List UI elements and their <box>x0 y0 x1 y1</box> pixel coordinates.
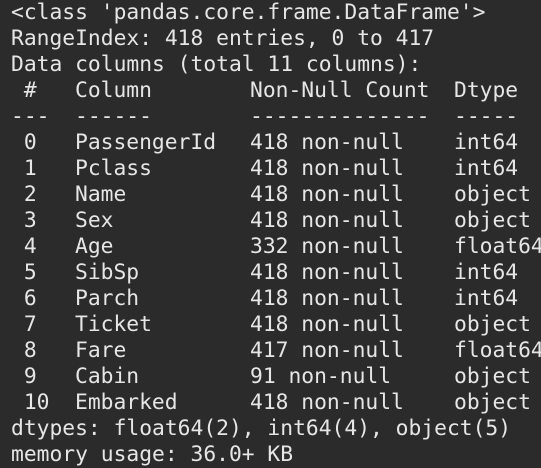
header-num: # <box>11 78 37 103</box>
row-num: 3 <box>11 208 37 233</box>
row-count: 418 non-null <box>250 208 404 233</box>
row-num: 7 <box>11 312 37 337</box>
row-column: Pclass <box>75 156 152 181</box>
table-row: 0 PassengerId 418 non-null int64 <box>11 130 541 156</box>
table-separator-row: --- ------ -------------- ----- <box>11 104 541 130</box>
row-count: 332 non-null <box>250 234 404 259</box>
memory-usage-line: memory usage: 36.0+ KB <box>11 442 294 467</box>
row-dtype: object <box>454 182 531 207</box>
row-dtype: int64 <box>454 156 519 181</box>
table-row: 2 Name 418 non-null object <box>11 182 541 208</box>
row-dtype: object <box>454 312 531 337</box>
row-dtype: float64 <box>454 338 541 363</box>
row-column: Name <box>75 182 127 207</box>
row-num: 8 <box>11 338 37 363</box>
row-count: 418 non-null <box>250 312 404 337</box>
table-row: 3 Sex 418 non-null object <box>11 208 541 234</box>
dataframe-info-output: <class 'pandas.core.frame.DataFrame'> Ran… <box>11 0 541 468</box>
row-column: Fare <box>75 338 127 363</box>
table-row: 9 Cabin 91 non-null object <box>11 364 541 390</box>
separator-column: ------ <box>75 104 152 129</box>
row-num: 4 <box>11 234 37 259</box>
row-count: 418 non-null <box>250 182 404 207</box>
row-dtype: float64 <box>454 234 541 259</box>
header-dtype: Dtype <box>454 78 519 103</box>
table-row: 7 Ticket 418 non-null object <box>11 312 541 338</box>
table-rows: 0 PassengerId 418 non-null int64 1 Pclass 418… <box>11 130 541 416</box>
row-column: Cabin <box>75 364 140 389</box>
dtypes-line: dtypes: float64(2), int64(4), object(5) <box>11 416 512 441</box>
row-column: PassengerId <box>75 130 217 155</box>
row-column: Ticket <box>75 312 152 337</box>
row-dtype: object <box>454 390 531 415</box>
header-count: Non-Null Count <box>250 78 430 103</box>
table-row: 8 Fare 417 non-null float64 <box>11 338 541 364</box>
row-num: 9 <box>11 364 37 389</box>
header-column: Column <box>75 78 152 103</box>
row-count: 418 non-null <box>250 156 404 181</box>
row-num: 0 <box>11 130 37 155</box>
row-column: SibSp <box>75 260 140 285</box>
separator-count: -------------- <box>250 104 430 129</box>
range-index-line: RangeIndex: 418 entries, 0 to 417 <box>11 26 435 51</box>
row-num: 6 <box>11 286 37 311</box>
table-row: 6 Parch 418 non-null int64 <box>11 286 541 312</box>
row-count: 418 non-null <box>250 286 404 311</box>
table-row: 4 Age 332 non-null float64 <box>11 234 541 260</box>
row-dtype: object <box>454 208 531 233</box>
row-num: 5 <box>11 260 37 285</box>
row-column: Parch <box>75 286 140 311</box>
row-count: 91 non-null <box>250 364 392 389</box>
table-row: 10 Embarked 418 non-null object <box>11 390 541 416</box>
row-column: Embarked <box>75 390 178 415</box>
row-column: Age <box>75 234 114 259</box>
row-column: Sex <box>75 208 114 233</box>
row-count: 418 non-null <box>250 260 404 285</box>
row-dtype: int64 <box>454 130 519 155</box>
row-count: 417 non-null <box>250 338 404 363</box>
table-row: 5 SibSp 418 non-null int64 <box>11 260 541 286</box>
separator-dtype: ----- <box>454 104 519 129</box>
data-columns-line: Data columns (total 11 columns): <box>11 52 422 77</box>
row-dtype: object <box>454 364 531 389</box>
row-num: 10 <box>11 390 50 415</box>
row-num: 2 <box>11 182 37 207</box>
separator-num: --- <box>11 104 50 129</box>
row-count: 418 non-null <box>250 390 404 415</box>
class-line: <class 'pandas.core.frame.DataFrame'> <box>11 0 486 25</box>
row-dtype: int64 <box>454 286 519 311</box>
row-count: 418 non-null <box>250 130 404 155</box>
table-row: 1 Pclass 418 non-null int64 <box>11 156 541 182</box>
row-num: 1 <box>11 156 37 181</box>
table-header-row: # Column Non-Null Count Dtype <box>11 78 541 104</box>
row-dtype: int64 <box>454 260 519 285</box>
